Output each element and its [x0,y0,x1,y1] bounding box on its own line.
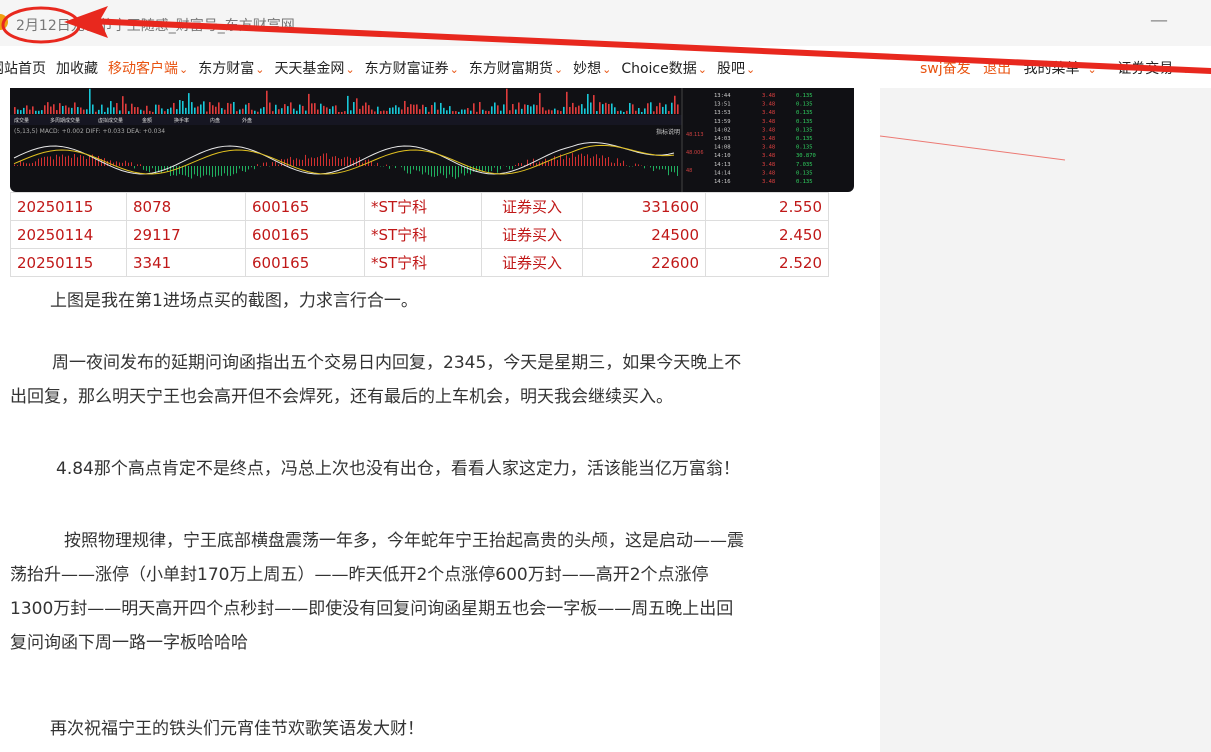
annotation-arrow-shaft [88,18,1211,74]
annotation-overlay [1,6,1211,161]
annotation-circle [1,6,81,44]
annotation-thin-line [879,135,1066,161]
